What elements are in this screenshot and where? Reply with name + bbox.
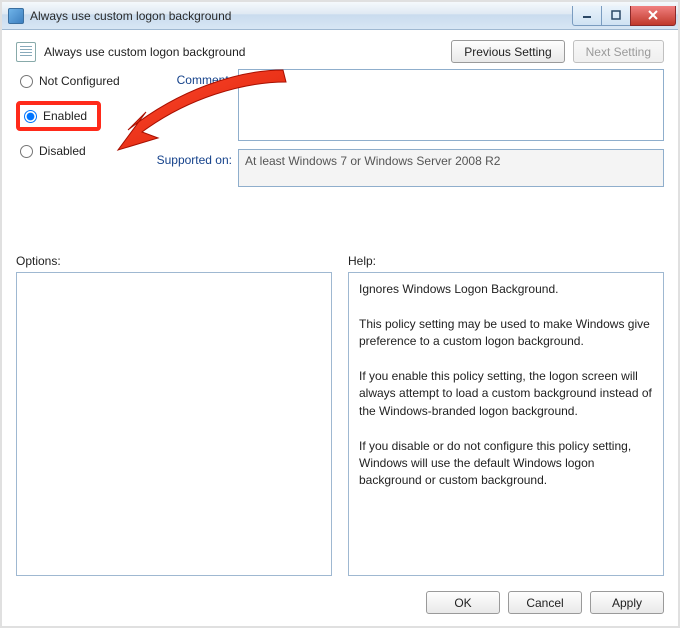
previous-setting-button[interactable]: Previous Setting	[451, 40, 564, 63]
window-icon	[8, 8, 24, 24]
radio-disabled[interactable]: Disabled	[16, 141, 136, 161]
help-label: Help:	[348, 254, 664, 268]
help-paragraph: Ignores Windows Logon Background.	[359, 281, 653, 298]
cancel-button[interactable]: Cancel	[508, 591, 582, 614]
radio-disabled-input[interactable]	[20, 145, 33, 158]
radio-not-configured-label: Not Configured	[39, 74, 120, 88]
window-controls	[573, 6, 676, 26]
radio-disabled-label: Disabled	[39, 144, 86, 158]
supported-on-text: At least Windows 7 or Windows Server 200…	[238, 149, 664, 187]
radio-not-configured[interactable]: Not Configured	[16, 71, 136, 91]
help-paragraph: This policy setting may be used to make …	[359, 316, 653, 351]
close-button[interactable]	[630, 6, 676, 26]
options-label: Options:	[16, 254, 332, 268]
comment-label: Comment:	[142, 69, 232, 87]
help-paragraph: If you disable or do not configure this …	[359, 438, 653, 490]
maximize-button[interactable]	[601, 6, 631, 26]
annotation-highlight-box: Enabled	[16, 101, 101, 131]
ok-button[interactable]: OK	[426, 591, 500, 614]
policy-icon	[16, 42, 36, 62]
apply-button[interactable]: Apply	[590, 591, 664, 614]
supported-on-label: Supported on:	[142, 149, 232, 167]
radio-not-configured-input[interactable]	[20, 75, 33, 88]
window-title: Always use custom logon background	[30, 9, 231, 23]
next-setting-button[interactable]: Next Setting	[573, 40, 664, 63]
radio-enabled-label: Enabled	[43, 109, 87, 123]
title-bar: Always use custom logon background	[2, 2, 678, 30]
policy-title: Always use custom logon background	[44, 45, 245, 59]
radio-enabled[interactable]: Enabled	[22, 107, 89, 125]
options-panel[interactable]	[16, 272, 332, 576]
help-panel[interactable]: Ignores Windows Logon Background. This p…	[348, 272, 664, 576]
comment-textarea[interactable]	[238, 69, 664, 141]
minimize-button[interactable]	[572, 6, 602, 26]
radio-enabled-input[interactable]	[24, 110, 37, 123]
help-paragraph: If you enable this policy setting, the l…	[359, 368, 653, 420]
